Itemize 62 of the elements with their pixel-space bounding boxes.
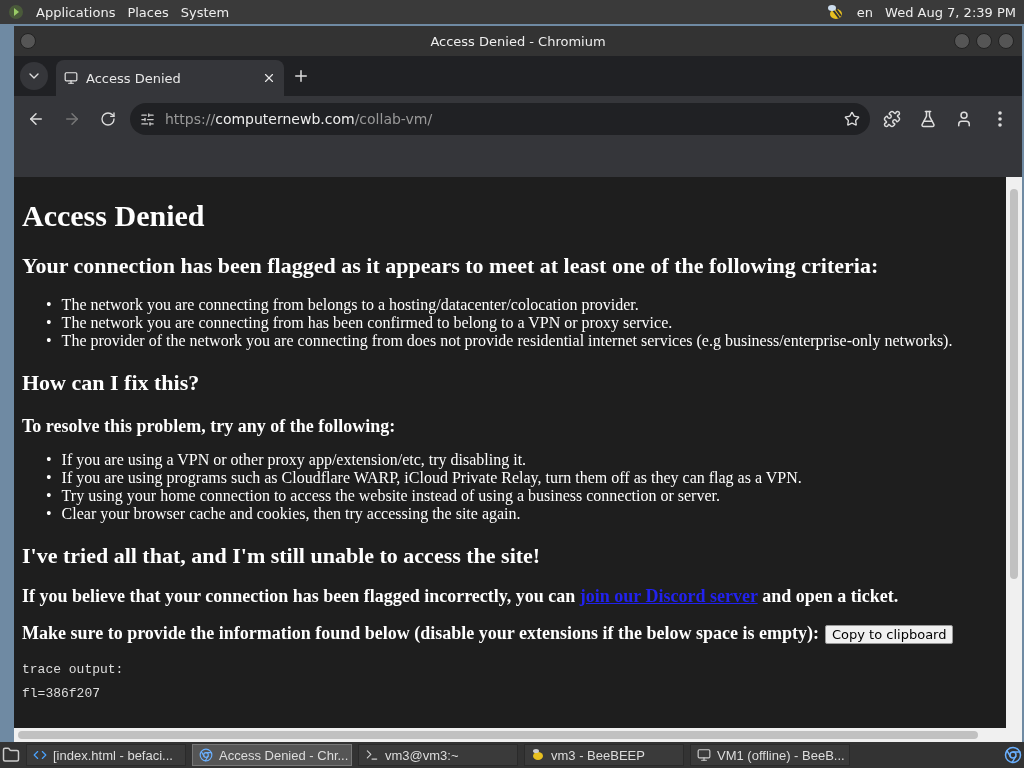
browser-icon: [199, 748, 213, 762]
puzzle-icon: [883, 110, 901, 128]
section-heading: Your connection has been flagged as it appears to meet at least one of the following criteria:: [22, 253, 880, 279]
bookmark-star-icon[interactable]: [844, 111, 860, 127]
address-bar[interactable]: https://computernewb.com/collab-vm/: [130, 103, 870, 135]
list-item: Try using your home connection to access the website instead of using a business connection or server.: [61, 487, 720, 505]
profile-icon: [955, 110, 973, 128]
taskbar-item[interactable]: vm3 - BeeBEEP: [524, 744, 684, 766]
taskbar-item[interactable]: [index.html - befaci...: [26, 744, 186, 766]
page-heading: Access Denied: [22, 199, 206, 233]
flask-icon: [919, 110, 937, 128]
forward-icon: [63, 110, 81, 128]
panel-menu[interactable]: Places: [127, 4, 169, 20]
site-icon: [64, 71, 78, 85]
bee-icon: [531, 748, 545, 762]
list-item: If you are using programs such as Cloudflare WARP, iCloud Private Relay, turn them off as they can flag as a VPN.: [61, 469, 802, 487]
taskbar-item[interactable]: Access Denied - Chr...: [192, 744, 352, 766]
copy-button[interactable]: Copy to clipboard: [825, 625, 954, 644]
list-item: The network you are connecting from has been confirmed to belong to a VPN or proxy service.: [61, 314, 673, 332]
keyboard-language[interactable]: en: [856, 4, 874, 20]
bullet: •: [46, 296, 52, 314]
site-settings-icon[interactable]: [140, 111, 155, 127]
bullet: •: [46, 314, 52, 332]
browser-icon[interactable]: [1004, 746, 1022, 764]
bullet: •: [46, 505, 52, 523]
taskbar-item[interactable]: vm3@vm3:~: [358, 744, 518, 766]
menu-icon: [998, 111, 1002, 127]
menu-logo-icon[interactable]: [8, 4, 24, 20]
list-item: The network you are connecting from belongs to a hosting/datacenter/colocation provider.: [61, 296, 639, 314]
list-item: Clear your browser cache and cookies, then try accessing the site again.: [61, 505, 521, 523]
list-item: The provider of the network you are connecting from does not provide residential internet services (e.g business/enterprise-only networks).: [61, 332, 953, 350]
list-item: If you are using a VPN or other proxy app/extension/etc, try disabling it.: [61, 451, 527, 469]
close-icon[interactable]: [262, 71, 276, 85]
subheading: To resolve this problem, try any of the following:: [22, 416, 397, 437]
paragraph: Make sure to provide the information found below (disable your extensions if the below space is empty):: [22, 623, 819, 643]
section-heading: I've tried all that, and I'm still unable to access the site!: [22, 543, 542, 569]
panel-menu[interactable]: Applications: [36, 4, 116, 20]
terminal-icon: [365, 748, 379, 762]
browser-tab[interactable]: Access Denied: [56, 60, 284, 96]
bullet: •: [46, 451, 52, 469]
clock[interactable]: Wed Aug 7, 2:39 PM: [885, 4, 1016, 20]
section-heading: How can I fix this?: [22, 370, 201, 396]
taskbar-item[interactable]: VM1 (offline) - BeeB...: [690, 744, 850, 766]
bullet: •: [46, 487, 52, 505]
paragraph: If you believe that your connection has been flagged incorrectly, you can join our Discord server and open a ticket.: [22, 586, 900, 607]
bee-icon[interactable]: [826, 4, 845, 20]
trace-line: fl=386f207: [22, 686, 101, 702]
horizontal-scrollbar[interactable]: [14, 728, 1022, 742]
tab-search-button[interactable]: [20, 62, 48, 90]
bullet: •: [46, 332, 52, 350]
panel-menu[interactable]: System: [180, 4, 230, 20]
bullet: •: [46, 469, 52, 487]
back-icon: [27, 110, 45, 128]
code-icon: [33, 748, 47, 762]
vertical-scrollbar[interactable]: [1006, 177, 1022, 728]
new-tab-icon[interactable]: [292, 67, 310, 85]
window-title: Access Denied - Chromium: [430, 33, 606, 49]
monitor-icon: [697, 748, 711, 762]
trace-line: trace output:: [22, 662, 125, 678]
reload-icon: [100, 111, 116, 127]
show-desktop-icon[interactable]: [2, 746, 20, 764]
url-text: https://computernewb.com/collab-vm/: [165, 111, 433, 127]
